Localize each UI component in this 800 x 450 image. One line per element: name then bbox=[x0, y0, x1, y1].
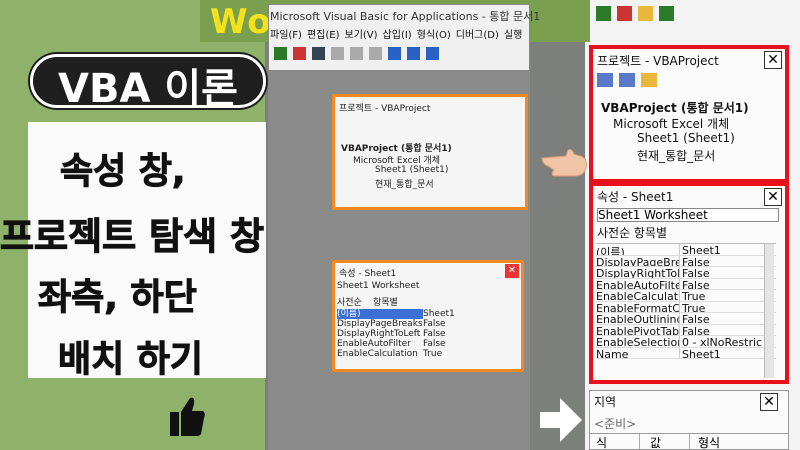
page-title: VBA 이론 bbox=[58, 66, 238, 112]
property-value[interactable]: False bbox=[423, 339, 446, 349]
object-select-value: Sheet1 Worksheet bbox=[598, 208, 708, 222]
object-select[interactable]: Sheet1 Worksheet bbox=[597, 208, 779, 222]
properties-scrollbar[interactable] bbox=[764, 244, 774, 378]
property-grid: (이름) Sheet1 DisplayPageBre False DisplayRi… bbox=[596, 243, 776, 359]
locals-header: 식 값 형식 bbox=[590, 433, 788, 450]
property-value[interactable]: 0 - xlNoRestric bbox=[680, 336, 762, 347]
run-icon[interactable] bbox=[388, 46, 401, 60]
locals-status: <준비> bbox=[594, 417, 637, 431]
property-value[interactable]: False bbox=[423, 329, 446, 339]
menu-file[interactable]: 파일(F) bbox=[270, 26, 302, 41]
property-key[interactable]: (이름) bbox=[596, 244, 680, 255]
vbe-toolbar-1 bbox=[274, 44, 439, 62]
example-properties-pane: 속성 - Sheet1 ✕ Sheet1 Worksheet 사전순 항목별 (… bbox=[332, 260, 524, 372]
property-key[interactable]: EnableAutoFilter bbox=[596, 278, 680, 289]
cut-icon[interactable] bbox=[331, 46, 344, 60]
view-object-icon[interactable] bbox=[619, 73, 635, 87]
tree-folder[interactable]: Microsoft Excel 개체 bbox=[613, 115, 729, 132]
property-key[interactable]: EnableOutlining bbox=[596, 313, 680, 324]
property-key[interactable]: Name bbox=[596, 347, 680, 358]
insert-module-icon[interactable] bbox=[617, 5, 632, 21]
tree-workbook[interactable]: 현재_통합_문서 bbox=[637, 147, 715, 164]
pause-icon[interactable] bbox=[407, 46, 420, 60]
locals-col-type[interactable]: 형식 bbox=[690, 434, 750, 450]
property-value[interactable]: True bbox=[680, 302, 705, 313]
property-value[interactable]: True bbox=[423, 349, 442, 359]
menu-view[interactable]: 보기(V) bbox=[345, 26, 378, 41]
menu-edit[interactable]: 편집(E) bbox=[307, 26, 340, 41]
property-key[interactable]: DisplayRightToL bbox=[596, 267, 680, 278]
property-value[interactable]: Sheet1 bbox=[680, 348, 721, 359]
project-pane-toolbar bbox=[597, 73, 657, 87]
close-icon[interactable]: ✕ bbox=[505, 264, 519, 278]
example-property-grid: (이름) Sheet1 DisplayPageBreaksFalse Displa… bbox=[337, 309, 455, 359]
property-value[interactable]: Sheet1 bbox=[423, 309, 455, 319]
example-tree-workbook[interactable]: 현재_통합_문서 bbox=[375, 177, 434, 190]
property-key[interactable]: DisplayRightToLeft bbox=[337, 329, 423, 339]
folder-icon[interactable] bbox=[638, 5, 653, 21]
property-value[interactable]: False bbox=[680, 313, 710, 324]
view-code-icon[interactable] bbox=[597, 73, 613, 87]
save-icon[interactable] bbox=[312, 46, 325, 60]
toggle-folders-icon[interactable] bbox=[641, 73, 657, 87]
close-icon[interactable]: ✕ bbox=[764, 188, 782, 206]
properties-tabs[interactable]: 사전순 항목별 bbox=[597, 224, 667, 241]
property-key[interactable]: EnableCalculatic bbox=[596, 290, 680, 301]
property-key[interactable]: DisplayPageBre bbox=[596, 255, 680, 266]
properties-pane-title: 속성 - Sheet1 bbox=[597, 190, 674, 204]
project-explorer-pane: 프로젝트 - VBAProject ✕ VBAProject (통합 문서1) … bbox=[589, 45, 789, 183]
example-properties-title: 속성 - Sheet1 bbox=[339, 269, 397, 279]
stop-icon[interactable] bbox=[426, 46, 439, 60]
thumbs-up-icon bbox=[170, 397, 205, 436]
caption-line-1: 속성 창, bbox=[60, 151, 187, 193]
close-icon[interactable]: ✕ bbox=[760, 393, 778, 411]
caption-line-2: 프로젝트 탐색 창 bbox=[0, 215, 265, 259]
property-value[interactable]: False bbox=[680, 267, 710, 278]
property-value[interactable]: False bbox=[680, 325, 710, 336]
menu-insert[interactable]: 삽입(I) bbox=[383, 26, 412, 41]
vbe-title: Microsoft Visual Basic for Applications … bbox=[270, 10, 541, 23]
locals-col-expression[interactable]: 식 bbox=[590, 434, 640, 450]
tree-root[interactable]: VBAProject (통합 문서1) bbox=[601, 99, 749, 116]
locals-pane: 지역 ✕ <준비> 식 값 형식 bbox=[589, 390, 789, 450]
property-key[interactable]: EnableSelection bbox=[596, 336, 680, 347]
vbe-menubar: 파일(F) 편집(E) 보기(V) 삽입(I) 형식(O) 디버그(D) 실행 bbox=[270, 26, 530, 41]
copy-icon[interactable] bbox=[350, 46, 363, 60]
arrow-right-icon bbox=[540, 398, 582, 442]
example-project-title: 프로젝트 - VBAProject bbox=[339, 104, 431, 114]
insert-module-icon[interactable] bbox=[293, 46, 306, 60]
run-icon[interactable] bbox=[659, 5, 674, 21]
property-key[interactable]: DisplayPageBreaks bbox=[337, 319, 423, 329]
right-toolbar bbox=[596, 4, 674, 22]
caption-line-3: 좌측, 하단 bbox=[38, 277, 198, 319]
menu-debug[interactable]: 디버그(D) bbox=[456, 26, 499, 41]
property-value[interactable]: True bbox=[680, 290, 705, 301]
property-value[interactable]: False bbox=[423, 319, 446, 329]
example-project-pane: 프로젝트 - VBAProject VBAProject (통합 문서1) Mi… bbox=[332, 94, 528, 210]
locals-col-value[interactable]: 값 bbox=[640, 434, 690, 450]
paste-icon[interactable] bbox=[369, 46, 382, 60]
property-value[interactable]: Sheet1 bbox=[680, 244, 721, 255]
property-key[interactable]: EnableFormatCo bbox=[596, 301, 680, 312]
caption-line-4: 배치 하기 bbox=[57, 339, 204, 381]
example-tab-alpha[interactable]: 사전순 bbox=[337, 295, 362, 308]
excel-icon[interactable] bbox=[274, 46, 287, 60]
menu-format[interactable]: 형식(O) bbox=[417, 26, 451, 41]
example-object-select[interactable]: Sheet1 Worksheet bbox=[337, 281, 419, 291]
locals-title: 지역 bbox=[594, 395, 617, 409]
menu-run[interactable]: 실행 bbox=[504, 26, 522, 41]
property-value[interactable]: False bbox=[680, 279, 710, 290]
example-tree-sheet[interactable]: Sheet1 (Sheet1) bbox=[375, 165, 448, 175]
property-key[interactable]: EnableAutoFilter bbox=[337, 339, 423, 349]
property-key[interactable]: (이름) bbox=[337, 309, 423, 319]
pointing-hand-icon bbox=[541, 149, 587, 177]
close-icon[interactable]: ✕ bbox=[764, 51, 782, 69]
property-key[interactable]: EnablePivotTabl bbox=[596, 324, 680, 335]
example-tab-category[interactable]: 항목별 bbox=[373, 295, 398, 308]
property-value[interactable]: False bbox=[680, 256, 710, 267]
property-key[interactable]: EnableCalculation bbox=[337, 349, 423, 359]
excel-icon[interactable] bbox=[596, 5, 611, 21]
project-pane-title: 프로젝트 - VBAProject bbox=[597, 54, 719, 68]
tree-sheet[interactable]: Sheet1 (Sheet1) bbox=[637, 131, 735, 145]
